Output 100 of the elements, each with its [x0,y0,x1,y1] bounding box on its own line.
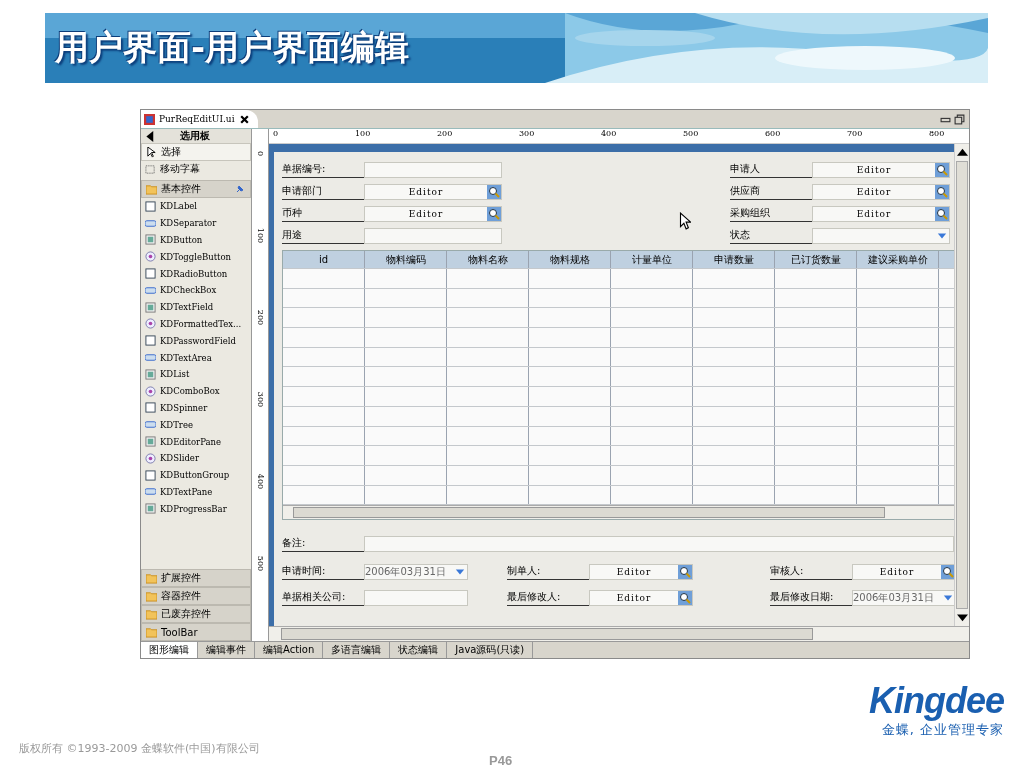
horizontal-scrollbar[interactable] [283,505,954,520]
column-header[interactable]: 物料编码 [365,251,447,268]
search-icon[interactable] [678,565,692,580]
widget-icon [145,419,156,431]
palette-item[interactable]: KDCheckBox [141,282,251,299]
pin-icon[interactable] [236,185,244,193]
ruler-label: 400 [255,473,265,490]
editor-tab[interactable]: 图形编辑 [141,642,198,658]
text-field[interactable] [364,228,502,244]
editor-tab[interactable]: 状态编辑 [390,642,448,658]
file-tab[interactable]: PurReqEditUI.ui [141,110,258,128]
dropdown-arrow-icon[interactable] [455,568,465,577]
search-icon[interactable] [935,207,949,221]
page-number: P46 [489,753,513,768]
column-header[interactable]: 申请数量 [693,251,775,268]
palette-item[interactable]: KDSlider [141,449,251,467]
palette-item[interactable]: KDTextField [141,298,251,316]
copyright-text: 版权所有 ©1993-2009 金蝶软件(中国)有限公司 [19,741,260,756]
lookup-field[interactable]: Editor [364,206,502,222]
editor-tab[interactable]: 编辑Action [255,642,324,658]
palette-group[interactable]: ToolBar [141,623,251,641]
palette-item[interactable]: KDSeparator [141,214,251,232]
widget-icon [145,436,156,448]
palette-item[interactable]: KDProgressBar [141,500,251,518]
up-arrow-icon[interactable] [956,146,968,157]
search-icon[interactable] [935,185,949,199]
down-arrow-icon[interactable] [956,613,968,624]
lookup-field[interactable]: Editor [852,564,954,581]
ruler-label: 0 [255,149,265,159]
ruler-label: 800 [929,129,945,138]
search-icon[interactable] [678,591,692,606]
date-field[interactable]: 2006年03月31日 [364,564,468,581]
column-header[interactable]: 建议采购单价 [857,251,939,268]
text-field[interactable] [364,162,502,178]
ruler-label: 500 [683,129,699,138]
editor-tab[interactable]: Java源码(只读) [447,642,534,658]
vertical-scrollbar[interactable] [954,144,969,626]
text-field[interactable] [364,590,468,607]
dropdown-arrow-icon[interactable] [937,232,947,240]
palette-item[interactable]: KDButton [141,231,251,249]
ruler-label: 600 [765,129,781,138]
search-icon[interactable] [941,565,954,580]
search-icon[interactable] [487,207,501,221]
palette-item[interactable]: KDLabel [141,198,251,215]
palette-group[interactable]: 容器控件 [141,587,251,605]
palette-tool[interactable]: 移动字幕 [141,161,251,177]
column-header[interactable]: 已订货数量 [775,251,857,268]
widget-icon [145,469,156,481]
widget-icon [145,335,156,347]
widget-icon [145,352,156,364]
widget-icon [145,385,156,397]
search-icon[interactable] [487,185,501,199]
ruler-label: 100 [355,129,371,138]
close-icon[interactable] [238,113,250,125]
palette-item[interactable]: KDTextArea [141,349,251,366]
form-icon [144,113,155,125]
lookup-field[interactable]: Editor [812,184,950,200]
column-header[interactable]: 物料规格 [529,251,611,268]
palette-tool[interactable]: 选择 [141,143,251,161]
ruler-label: 200 [255,309,265,326]
editor-tab[interactable]: 多语言编辑 [323,642,391,658]
palette-item[interactable]: KDToggleButton [141,248,251,266]
mouse-pointer-icon [679,212,691,230]
left-arrow-icon[interactable] [145,130,156,142]
palette-item[interactable]: KDComboBox [141,382,251,400]
dotted-frame-icon [145,163,156,175]
widget-icon [145,402,156,414]
dropdown-arrow-icon[interactable] [943,594,953,603]
palette-item[interactable]: KDButtonGroup [141,466,251,484]
palette-group[interactable]: 已废弃控件 [141,605,251,623]
palette-item[interactable]: KDRadioButton [141,265,251,282]
palette-item[interactable]: KDSpinner [141,399,251,417]
remark-field[interactable] [364,536,954,553]
palette-group[interactable]: 扩展控件 [141,569,251,587]
column-header[interactable]: 计量单位 [611,251,693,268]
widget-icon [145,318,156,330]
lookup-field[interactable]: Editor [364,184,502,200]
palette-title: 选用板 [180,129,210,143]
palette-item[interactable]: KDEditorPane [141,433,251,450]
palette-item[interactable]: KDFormattedTex... [141,315,251,333]
widget-icon [145,251,156,263]
restore-icon[interactable] [954,113,965,125]
palette-item[interactable]: KDTree [141,416,251,434]
combo-field[interactable] [812,228,950,244]
lookup-field[interactable]: Editor [589,590,693,607]
lookup-field[interactable]: Editor [812,206,950,222]
palette-group[interactable]: 基本控件 [141,180,251,198]
lookup-field[interactable]: Editor [589,564,693,581]
editor-tab[interactable]: 编辑事件 [198,642,255,658]
folder-icon [146,183,157,195]
date-field[interactable]: 2006年03月31日 [852,590,954,607]
palette-item[interactable]: KDPasswordField [141,332,251,350]
slide-title: 用户界面-用户界面编辑 [55,26,410,69]
column-header[interactable]: id [283,251,365,268]
lookup-field[interactable]: Editor [812,162,950,178]
palette-item[interactable]: KDTextPane [141,483,251,501]
horizontal-scrollbar[interactable] [269,626,969,641]
column-header[interactable]: 物料名称 [447,251,529,268]
palette-item[interactable]: KDList [141,365,251,383]
search-icon[interactable] [935,163,949,177]
